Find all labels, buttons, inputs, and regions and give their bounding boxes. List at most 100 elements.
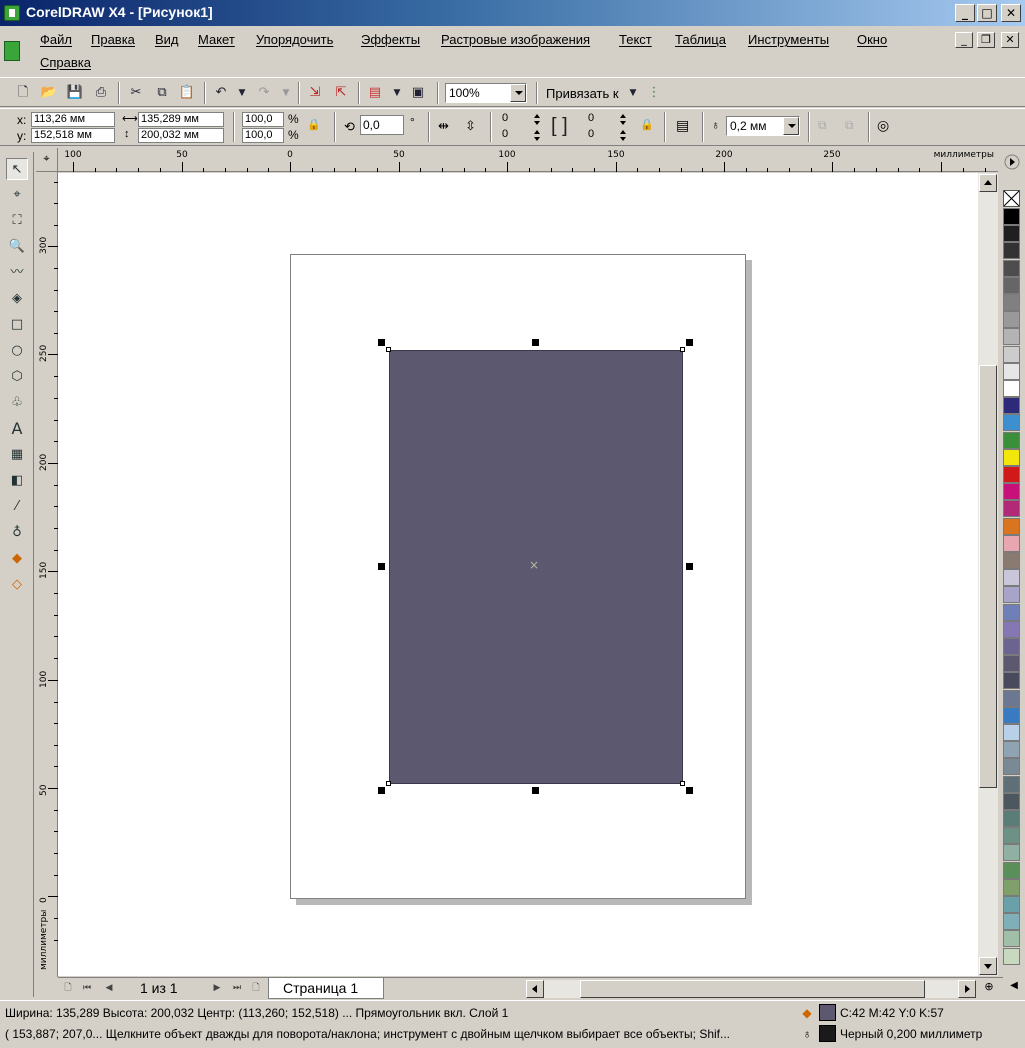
pick-tool-icon[interactable]: ↖ — [6, 158, 28, 180]
palette-swatch[interactable] — [1003, 775, 1020, 793]
vertical-scrollbar[interactable] — [978, 173, 998, 976]
palette-swatch[interactable] — [1003, 672, 1020, 690]
add-page-after-icon[interactable]: 🗋 — [249, 981, 263, 995]
vertical-scroll-thumb[interactable] — [979, 365, 997, 788]
selection-handle-bl[interactable] — [378, 787, 385, 794]
palette-swatch[interactable] — [1003, 638, 1020, 655]
width-field[interactable]: 135,289 мм — [138, 112, 224, 127]
undo-icon[interactable]: ↶ — [212, 84, 230, 102]
menu-table[interactable]: Таблица — [675, 32, 726, 47]
fill-color-swatch[interactable] — [819, 1004, 836, 1021]
y-position-field[interactable]: 152,518 мм — [31, 128, 115, 143]
palette-swatch[interactable] — [1003, 242, 1020, 260]
menu-effects[interactable]: Эффекты — [361, 32, 420, 47]
corner-lock-icon[interactable]: 🔒 — [640, 118, 654, 131]
export-icon[interactable]: ⇱ — [332, 84, 350, 102]
lock-ratio-icon[interactable]: 🔒 — [307, 118, 321, 131]
rotation-field[interactable]: 0,0 — [360, 115, 404, 135]
eyedropper-tool-icon[interactable]: ⁄ — [6, 496, 28, 518]
palette-swatch[interactable] — [1003, 225, 1020, 243]
tab-page-1[interactable]: Страница 1 — [268, 978, 384, 999]
outline-color-swatch[interactable] — [819, 1025, 836, 1042]
menu-edit[interactable]: Правка — [91, 32, 135, 47]
document-icon[interactable] — [4, 41, 20, 61]
palette-swatch[interactable] — [1003, 294, 1020, 311]
palette-swatch[interactable] — [1003, 397, 1020, 415]
launcher-dropdown-icon[interactable]: ▼ — [388, 84, 406, 102]
crop-tool-icon[interactable]: ⛶ — [6, 210, 28, 232]
redo-icon[interactable]: ↷ — [255, 84, 273, 102]
palette-swatch[interactable] — [1003, 431, 1020, 449]
menu-tools[interactable]: Инструменты — [748, 32, 829, 47]
polygon-tool-icon[interactable]: ⬡ — [6, 366, 28, 388]
palette-scroll-up-icon[interactable] — [1002, 152, 1022, 172]
spinner-icon[interactable] — [617, 112, 631, 127]
palette-swatch[interactable] — [1003, 448, 1020, 466]
corner-node[interactable] — [386, 347, 391, 352]
rectangle-tool-icon[interactable]: □ — [6, 314, 28, 336]
horizontal-ruler[interactable]: 100 50 0 50 100 150 200 250 миллиметры — [58, 148, 998, 172]
snap-to-button[interactable]: Привязать к — [546, 86, 619, 101]
selection-handle-b[interactable] — [532, 787, 539, 794]
corner-radius-tl[interactable]: 0 — [500, 112, 532, 127]
menu-layout[interactable]: Макет — [198, 32, 235, 47]
no-color-swatch[interactable] — [1003, 190, 1020, 207]
palette-swatch[interactable] — [1003, 552, 1020, 569]
palette-swatch[interactable] — [1003, 328, 1020, 346]
scale-x-field[interactable]: 100,0 — [242, 112, 284, 127]
palette-swatch[interactable] — [1003, 414, 1020, 432]
palette-swatch[interactable] — [1003, 208, 1020, 225]
palette-swatch[interactable] — [1003, 345, 1020, 363]
redo-dropdown-icon[interactable]: ▼ — [277, 84, 295, 102]
palette-swatch[interactable] — [1003, 655, 1020, 673]
doc-restore-button[interactable]: ❐ — [977, 32, 995, 48]
text-tool-icon[interactable]: A — [6, 418, 28, 440]
vertical-ruler[interactable]: 300 250 200 150 100 50 0 миллиметры — [36, 172, 58, 977]
palette-swatch[interactable] — [1003, 569, 1020, 587]
spinner-icon[interactable] — [617, 128, 631, 143]
spinner-icon[interactable] — [531, 112, 545, 127]
palette-swatch[interactable] — [1003, 844, 1020, 862]
menu-arrange[interactable]: Упорядочить — [256, 32, 333, 47]
outline-width-combo[interactable]: 0,2 мм — [726, 116, 800, 136]
ellipse-tool-icon[interactable]: ○ — [6, 340, 28, 362]
previous-page-icon[interactable]: ◀ — [102, 981, 116, 995]
menu-text[interactable]: Текст — [619, 32, 652, 47]
zoom-level-combo[interactable]: 100% — [445, 83, 527, 103]
fill-bucket-icon[interactable]: ◆ — [800, 1006, 814, 1020]
palette-swatch[interactable] — [1003, 758, 1020, 776]
palette-swatch[interactable] — [1003, 913, 1020, 931]
palette-swatch[interactable] — [1003, 500, 1020, 518]
doc-close-button[interactable]: ✕ — [1001, 32, 1019, 48]
undo-dropdown-icon[interactable]: ▼ — [233, 84, 251, 102]
next-page-icon[interactable]: ▶ — [210, 981, 224, 995]
scroll-down-button[interactable] — [979, 957, 997, 975]
to-back-icon[interactable]: ⧉ — [845, 118, 854, 133]
corner-node[interactable] — [386, 781, 391, 786]
selection-handle-r[interactable] — [686, 563, 693, 570]
table-tool-icon[interactable]: ▦ — [6, 444, 28, 466]
chevron-down-icon[interactable] — [783, 117, 799, 135]
palette-swatch[interactable] — [1003, 362, 1020, 380]
spinner-icon[interactable] — [531, 128, 545, 143]
palette-swatch[interactable] — [1003, 620, 1020, 638]
shape-tool-icon[interactable]: ⌖ — [6, 184, 28, 206]
cut-icon[interactable]: ✂ — [127, 84, 145, 102]
mirror-vertical-icon[interactable]: ⇳ — [465, 118, 476, 134]
selection-handle-tr[interactable] — [686, 339, 693, 346]
first-page-icon[interactable]: ⏮ — [80, 981, 94, 995]
close-button[interactable]: ✕ — [1001, 4, 1021, 22]
palette-swatch[interactable] — [1003, 930, 1020, 948]
selection-handle-t[interactable] — [532, 339, 539, 346]
smart-fill-tool-icon[interactable]: ◈ — [6, 288, 28, 310]
print-icon[interactable]: ⎙ — [92, 84, 110, 102]
palette-swatch[interactable] — [1003, 706, 1020, 724]
palette-swatch[interactable] — [1003, 259, 1020, 277]
palette-swatch[interactable] — [1003, 741, 1020, 759]
selection-handle-tl[interactable] — [378, 339, 385, 346]
application-launcher-icon[interactable]: ▤ — [366, 84, 384, 102]
palette-swatch[interactable] — [1003, 689, 1020, 707]
new-document-icon[interactable]: 🗋 — [14, 84, 32, 102]
fill-tool-icon[interactable]: ◆ — [6, 548, 28, 570]
minimize-button[interactable]: _ — [955, 4, 975, 22]
